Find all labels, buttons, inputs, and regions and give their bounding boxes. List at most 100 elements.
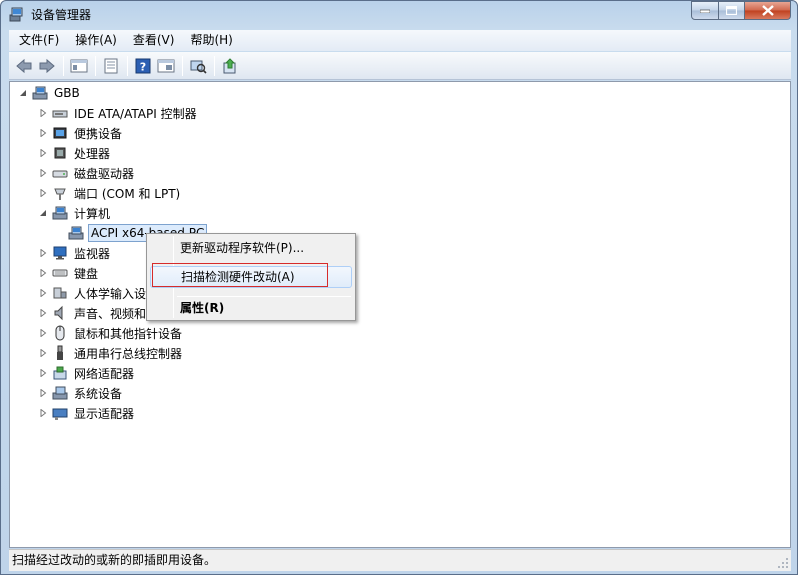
tree-node-label: 通用串行总线控制器 [74,346,183,361]
processor-icon [54,147,66,159]
tree-category-node[interactable]: 通用串行总线控制器 [38,343,184,363]
system-device-icon [52,386,68,400]
network-icon [53,366,67,380]
mouse-icon [55,325,65,341]
menu-view[interactable]: 查看(V) [125,31,183,50]
collapsed-arrow-icon[interactable] [38,188,48,198]
tree-node-label: 系统设备 [74,386,123,401]
collapsed-arrow-icon[interactable] [38,308,48,318]
update-driver-button[interactable] [219,55,241,77]
collapsed-arrow-icon[interactable] [38,408,48,418]
portable-device-icon [53,127,67,139]
help-button[interactable]: ? [132,55,154,77]
status-text: 扫描经过改动的或新的即插即用设备。 [12,553,217,567]
device-manager-icon [9,7,23,22]
tree-category-node[interactable]: 监视器 [38,243,112,263]
close-icon [761,5,774,16]
menu-help[interactable]: 帮助(H) [182,31,240,50]
tree-category-node[interactable]: 声音、视频和 [38,303,148,323]
tree-category-node[interactable]: 系统设备 [38,383,124,403]
title-bar[interactable]: 设备管理器 [1,1,797,28]
tree-category-node[interactable]: 处理器 [38,143,112,163]
usb-icon [57,345,63,360]
tree-root[interactable]: GBB [18,83,82,103]
device-tree[interactable]: GBB IDE ATA/ATAPI 控制器 便携设备处理器磁盘驱动器端口 (COM… [9,81,791,548]
window-title: 设备管理器 [31,8,92,22]
collapsed-arrow-icon[interactable] [38,328,48,338]
back-arrow-icon [16,58,32,73]
tree-category-node[interactable]: 人体学输入设 [38,283,148,303]
back-button[interactable] [13,55,35,77]
collapsed-arrow-icon[interactable] [38,368,48,378]
collapsed-arrow-icon[interactable] [38,388,48,398]
collapsed-arrow-icon[interactable] [38,348,48,358]
collapsed-arrow-icon[interactable] [38,268,48,278]
minimize-button[interactable] [691,1,719,20]
tree-node-label: 磁盘驱动器 [74,166,135,181]
show-hide-tree-button[interactable] [68,55,90,77]
computer-icon [32,86,48,100]
tree-node-label: 显示适配器 [74,406,135,421]
maximize-button[interactable] [719,1,745,20]
tree-node-label: 网络适配器 [74,366,135,381]
monitor-icon [53,246,67,260]
update-driver-menu-item[interactable]: 更新驱动程序软件(P)... [150,237,352,259]
scan-hardware-button[interactable] [187,55,209,77]
collapsed-arrow-icon[interactable] [38,148,48,158]
toolbar-separator [127,55,128,76]
root-label: GBB [54,86,80,100]
menu-action[interactable]: 操作(A) [67,31,125,50]
status-bar: 扫描经过改动的或新的即插即用设备。 [9,549,791,571]
toolbar-separator [63,55,64,76]
display-adapter-icon [52,408,68,420]
view-button[interactable] [155,55,177,77]
tree-category-node[interactable]: 磁盘驱动器 [38,163,136,183]
toolbar-separator [214,55,215,76]
tree-node-label: 声音、视频和 [74,306,147,321]
sound-icon [54,305,63,321]
computer-icon [52,206,68,220]
properties-menu-item[interactable]: 属性(R) [150,297,352,319]
collapsed-arrow-icon[interactable] [38,248,48,258]
resize-grip-icon[interactable] [777,557,789,569]
expanded-arrow-icon[interactable] [38,208,48,218]
tree-category-node[interactable]: 网络适配器 [38,363,136,383]
tree-category-node[interactable]: 键盘 [38,263,100,283]
tree-category-node[interactable]: 便携设备 [38,123,124,143]
collapsed-arrow-icon[interactable] [38,288,48,298]
expanded-arrow-icon[interactable] [18,88,28,98]
close-button[interactable] [745,1,791,20]
tree-node-label: 鼠标和其他指针设备 [74,326,183,341]
tree-node-label: 处理器 [74,146,111,161]
properties-button[interactable] [100,55,122,77]
port-icon [54,188,66,200]
toolbar: ? [9,52,791,80]
toolbar-separator [95,55,96,76]
collapsed-arrow-icon[interactable] [38,108,48,118]
help-icon: ? [135,58,151,73]
tree-category-node[interactable]: 计算机 [38,203,112,223]
console-tree-icon [70,59,88,72]
forward-button[interactable] [36,55,58,77]
hid-icon [53,287,67,299]
tree-category-node[interactable]: IDE ATA/ATAPI 控制器 [38,103,199,123]
toolbar-separator [182,55,183,76]
tree-node-label: 人体学输入设 [74,286,147,301]
collapsed-arrow-icon[interactable] [38,168,48,178]
tree-category-node[interactable]: 端口 (COM 和 LPT) [38,183,182,203]
tree-category-node[interactable]: 鼠标和其他指针设备 [38,323,184,343]
minimize-icon [700,9,710,13]
scan-hardware-icon [190,60,207,74]
menu-bar: 文件(F) 操作(A) 查看(V) 帮助(H) [9,30,791,51]
svg-text:?: ? [140,60,146,73]
tree-node-label: 键盘 [74,266,99,281]
tree-category-node[interactable]: 显示适配器 [38,403,136,423]
view-icon [157,59,175,72]
disk-drive-icon [52,170,68,178]
menu-file[interactable]: 文件(F) [11,31,67,50]
collapsed-arrow-icon[interactable] [38,128,48,138]
tree-node-label: 端口 (COM 和 LPT) [74,186,181,201]
forward-arrow-icon [39,58,55,73]
device-manager-window: 设备管理器 文件(F) 操作(A) 查看(V) 帮助(H) ? GBB IDE … [0,0,798,575]
